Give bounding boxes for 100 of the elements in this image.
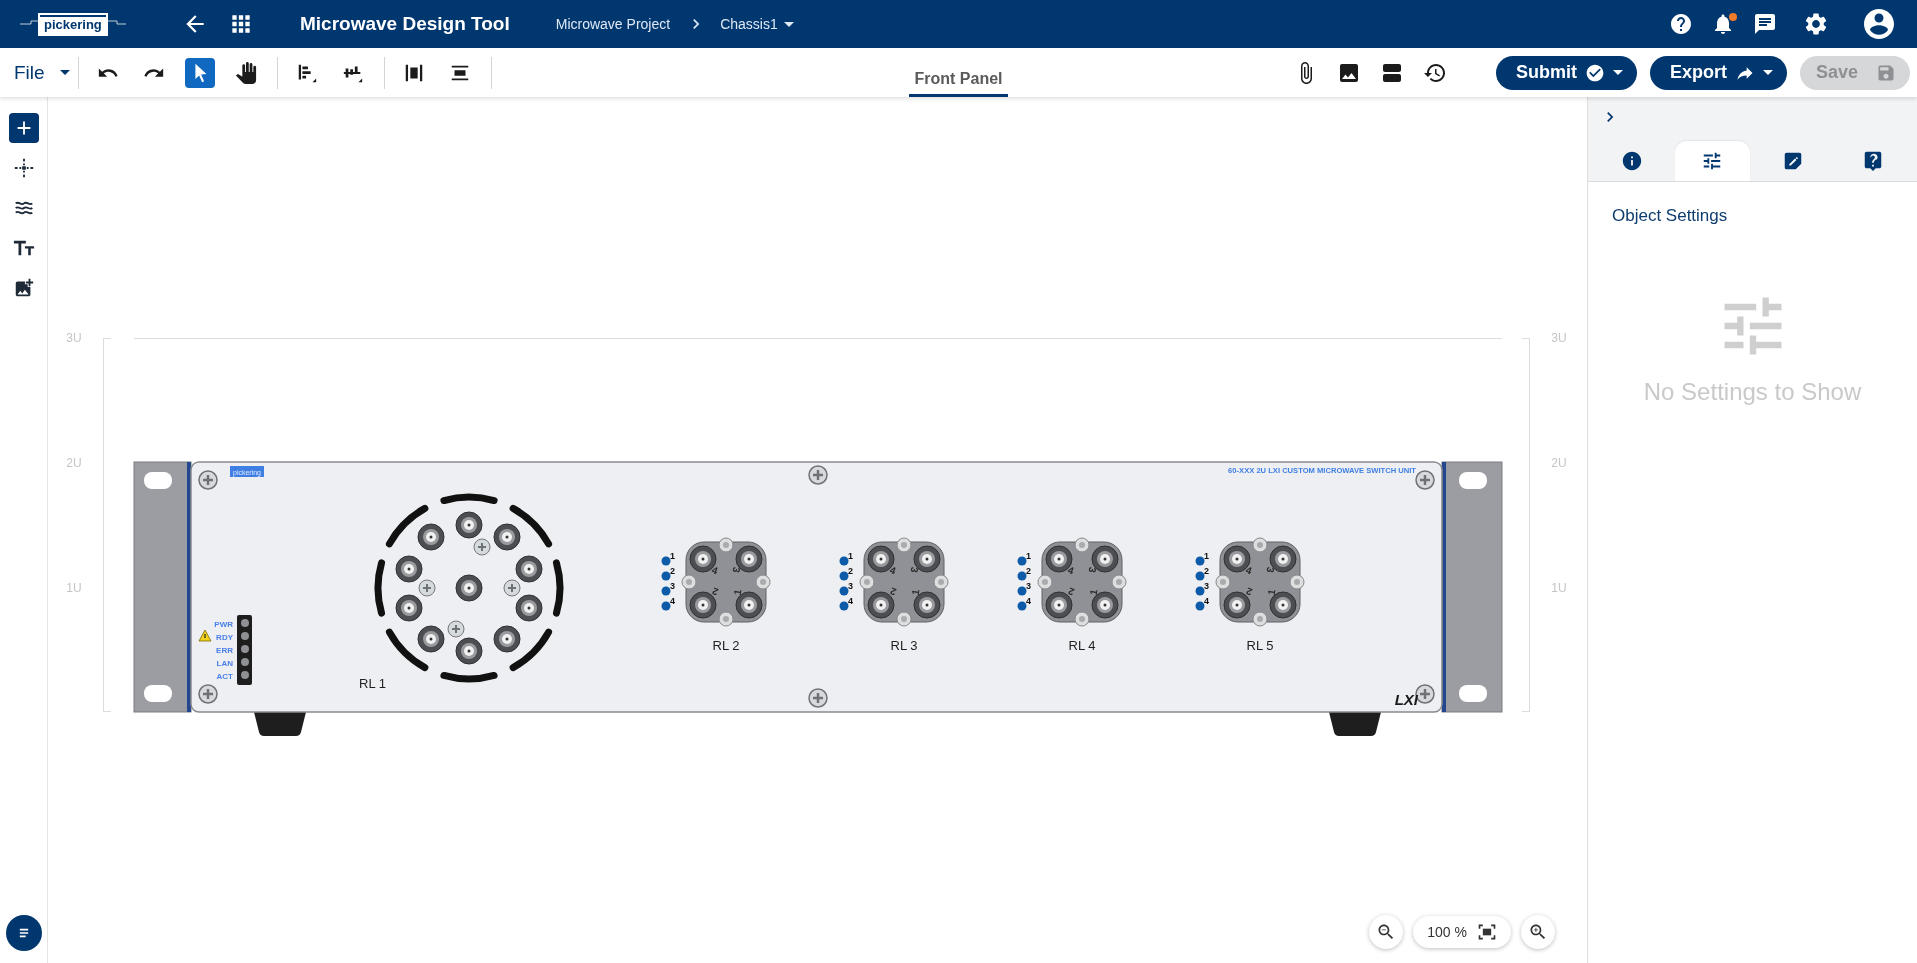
screw-icon [1037,574,1053,590]
screw-icon [447,620,465,638]
channel-number: 3 [1204,581,1209,591]
connector-icon [1091,545,1119,573]
zoom-out-button[interactable] [1369,915,1404,949]
connector-icon [1045,545,1073,573]
rack-unit-label: 3U [66,331,82,345]
screw-icon [718,537,734,553]
notes-button[interactable] [5,915,42,951]
status-led [241,671,249,679]
connector-icon [867,545,895,573]
app-title: Microwave Design Tool [300,13,510,35]
screw-icon [1252,611,1268,627]
port-number: 4 [710,564,720,577]
indicator-led [1017,601,1027,611]
channel-number: 1 [670,551,675,561]
caret-icon [1762,70,1773,75]
port-number: 3 [908,566,921,574]
port-number: 4 [1244,564,1254,577]
connector-icon [913,545,941,573]
indicator-led [839,571,849,581]
breadcrumb-link[interactable]: Microwave Project [555,16,671,32]
indicator-led [661,586,671,596]
connector-icon [1269,545,1297,573]
connector-icon [417,523,445,551]
plus-tool[interactable] [8,113,39,143]
module-label: RL 5 [1246,638,1274,653]
fit-screen-icon[interactable] [1477,922,1497,942]
info-icon [1621,150,1644,172]
screw-icon [933,574,949,590]
lxi-logo: LXI [1394,691,1418,708]
module-label: RL 2 [712,638,740,653]
indicator-led [839,586,849,596]
help-icon [1669,12,1693,36]
channel-number: 1 [1026,551,1031,561]
channel-number: 1 [1204,551,1209,561]
channel-number: 2 [1204,566,1209,576]
screw-icon [1289,574,1305,590]
port-number: 4 [888,564,898,577]
port-number: 3 [730,566,743,574]
connector-icon [913,591,941,619]
screw-icon [681,574,697,590]
screw-icon [1415,470,1435,490]
screw-icon [808,465,828,485]
screw-icon [1215,574,1231,590]
port-number: 4 [1066,564,1076,577]
pointer-tool[interactable] [184,57,215,88]
export-button[interactable]: Export [1649,55,1787,90]
screw-icon [1074,611,1090,627]
indicator-led [1017,556,1027,566]
module-label: RL 1 [359,676,386,691]
zoom-in-button[interactable] [1521,915,1555,949]
channel-number: 2 [848,566,853,576]
indicator-led [839,601,849,611]
zoom-in-icon [1528,922,1548,942]
file-menu[interactable]: File [14,56,70,89]
rubber-foot [254,712,306,736]
sliders-tab[interactable] [1675,141,1750,181]
connector-icon [417,625,445,653]
screw-icon [1111,574,1127,590]
channel-number: 2 [1026,566,1031,576]
breadcrumb-link[interactable]: Chassis1 [720,16,794,32]
view-tab[interactable]: Front Panel [909,60,1008,97]
connector-icon [455,511,483,539]
screw-icon [198,684,218,704]
indicator-led [1017,571,1027,581]
indicator-led [661,601,671,611]
rack-unit-label: 2U [66,456,82,470]
connector-icon [455,574,483,602]
channel-number: 4 [1026,596,1031,606]
rack-unit-label: 1U [66,581,82,595]
rack-unit-label: 1U [1551,581,1567,595]
channel-number: 4 [848,596,853,606]
connector-icon [1091,591,1119,619]
channel-number: 3 [1026,581,1031,591]
module-label: RL 3 [890,638,918,653]
rack-unit-label: 3U [1551,331,1567,345]
indicator-led [661,571,671,581]
crosshair-icon [12,157,35,179]
connector-icon [395,594,423,622]
screw-icon [503,579,521,597]
port-number: 2 [1244,585,1254,598]
port-number: 2 [888,585,898,598]
connector-icon [735,545,763,573]
indicator-led [1195,571,1205,581]
zoom-level: 100 % [1427,924,1467,940]
channel-number: 3 [848,581,853,591]
rubber-foot [1329,712,1381,736]
screw-icon [718,611,734,627]
submit-button[interactable]: Submit [1495,55,1637,90]
hand-icon [234,61,257,84]
screw-icon [859,574,875,590]
caret-icon [1612,70,1623,75]
brand-logo[interactable]: pickering [40,14,106,34]
port-number: 1 [1265,588,1278,596]
gear-icon [1803,11,1829,37]
channel-number: 1 [848,551,853,561]
screw-icon [1252,537,1268,553]
screw-icon [1074,537,1090,553]
indicator-led [1195,556,1205,566]
